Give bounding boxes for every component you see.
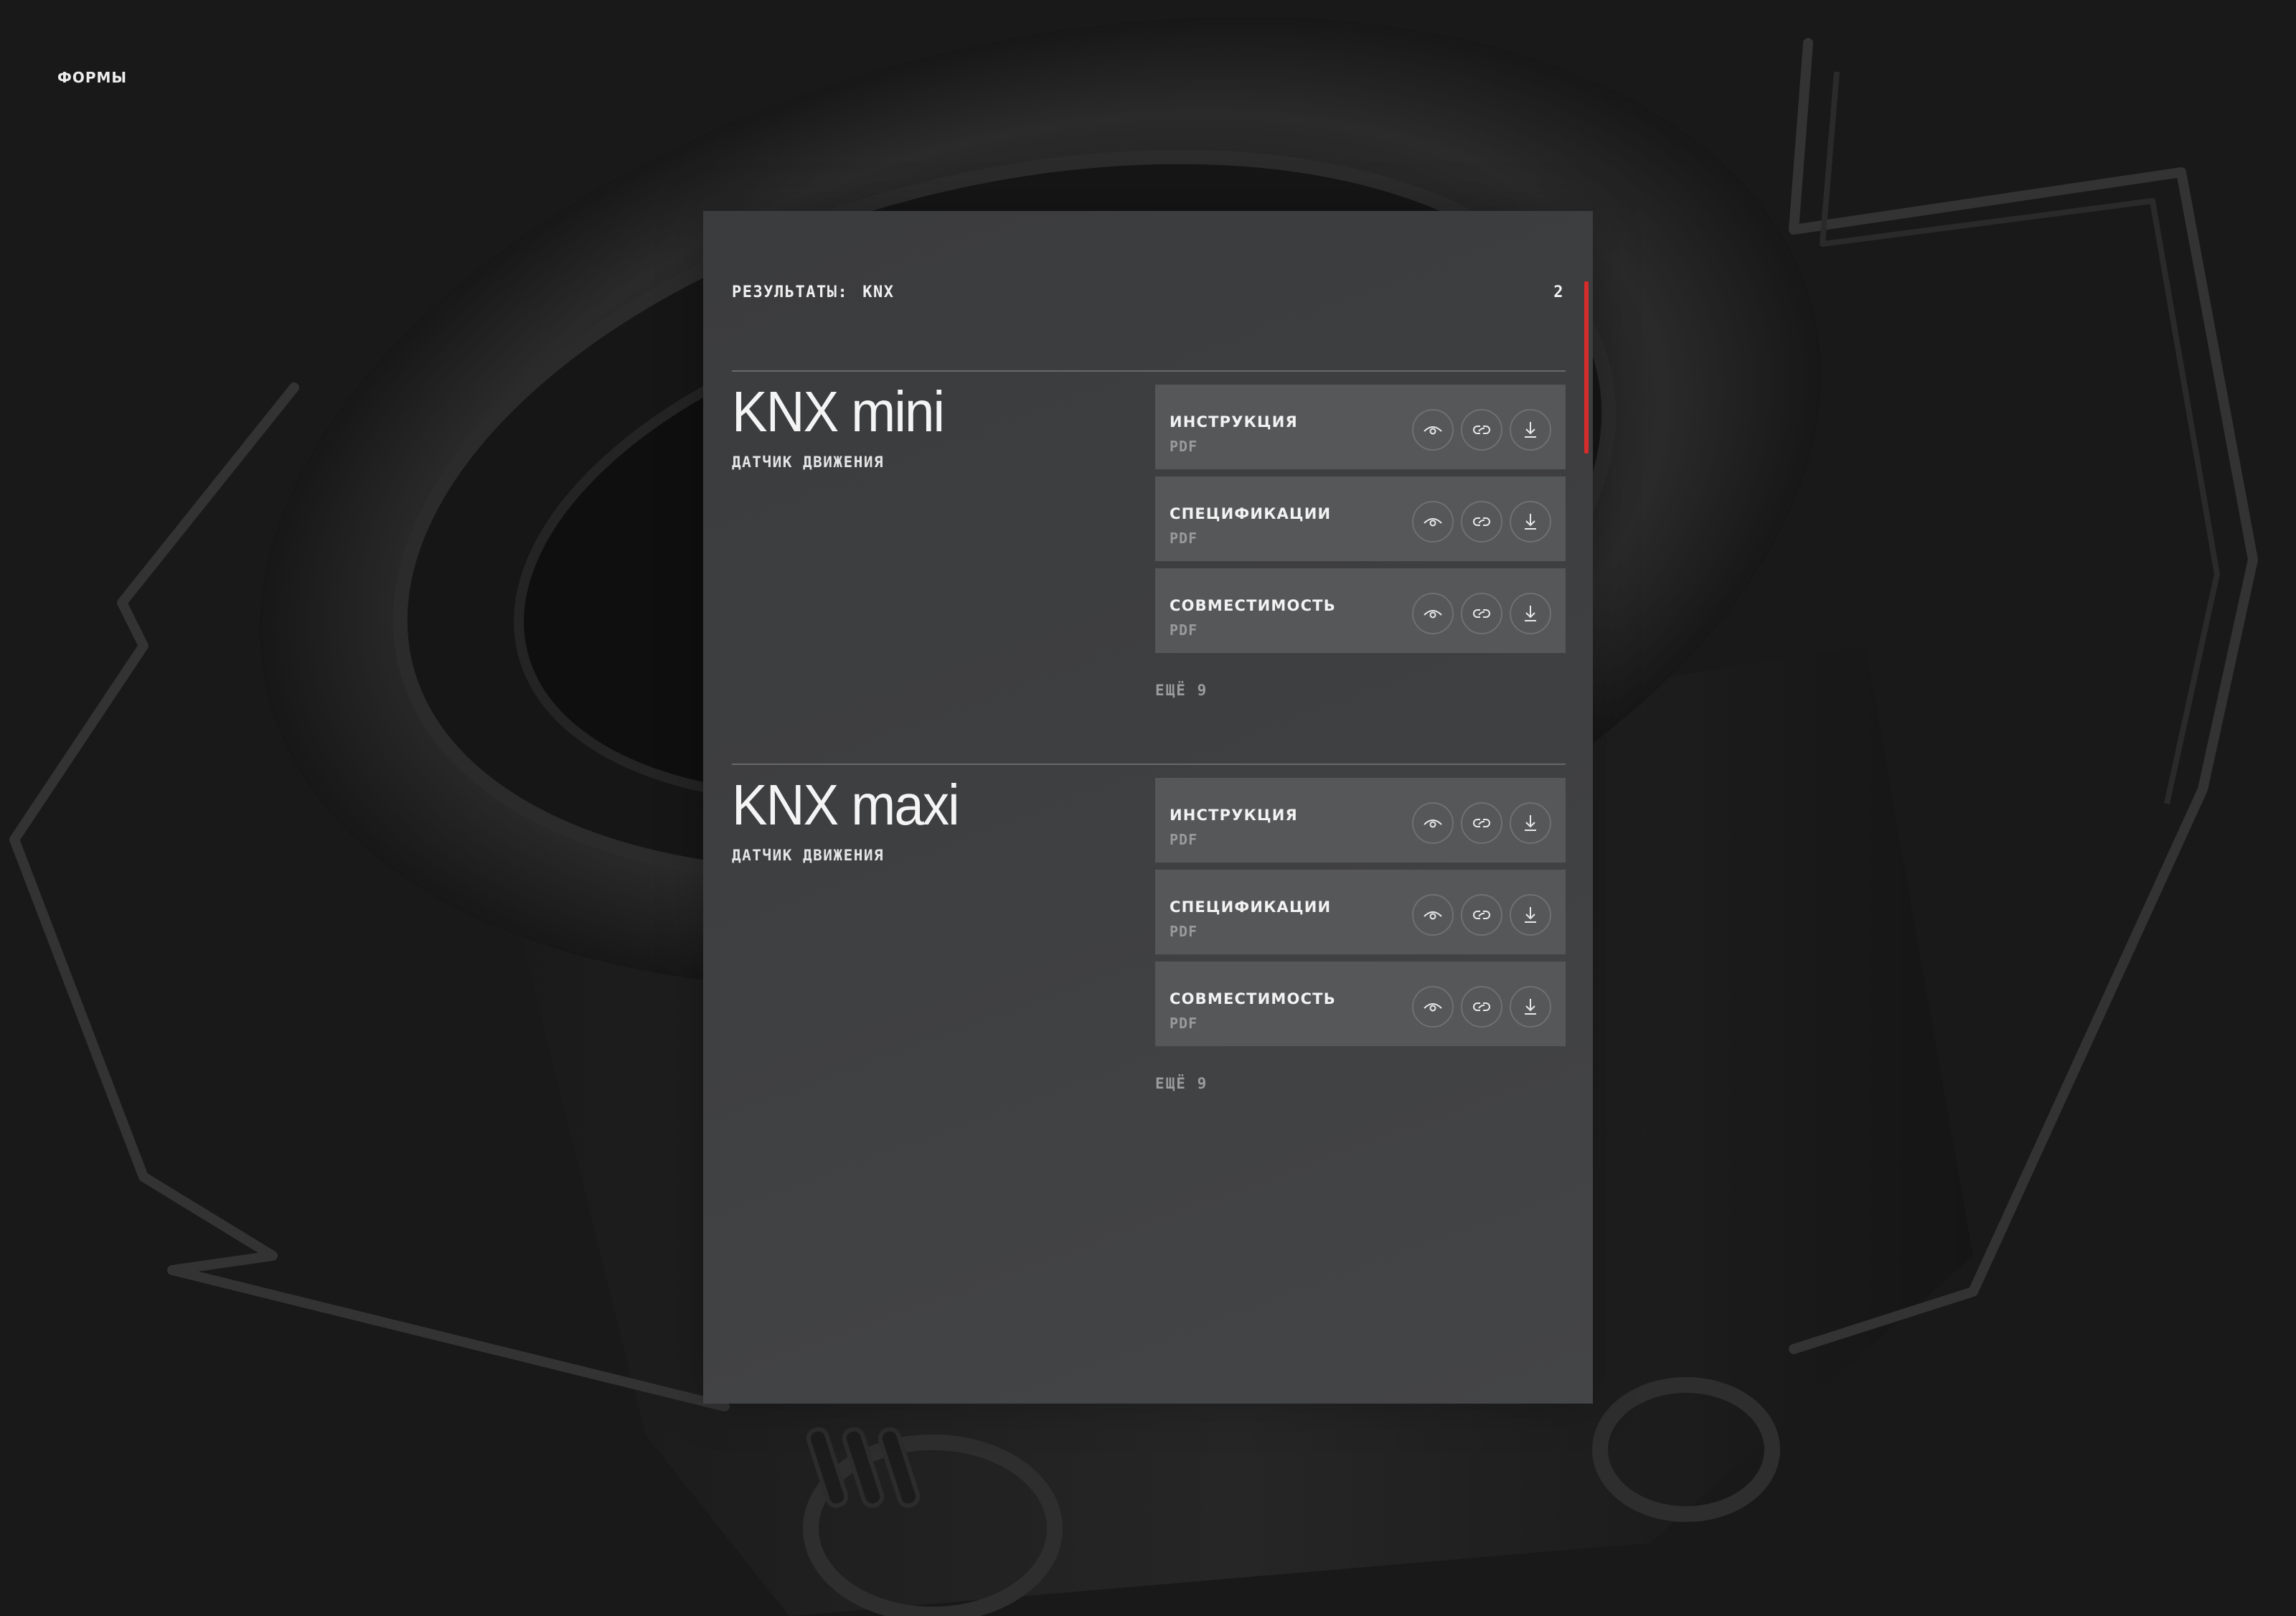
view-button[interactable]	[1412, 802, 1454, 844]
view-button[interactable]	[1412, 986, 1454, 1028]
document-type: PDF	[1170, 1015, 1198, 1032]
view-button[interactable]	[1412, 894, 1454, 936]
document-row[interactable]: СПЕЦИФИКАЦИИ PDF	[1155, 476, 1566, 561]
view-button[interactable]	[1412, 409, 1454, 451]
copy-link-button[interactable]	[1461, 894, 1502, 936]
download-button[interactable]	[1510, 501, 1551, 542]
download-icon	[1525, 999, 1536, 1015]
document-title: СОВМЕСТИМОСТЬ	[1170, 597, 1336, 614]
link-icon	[1473, 609, 1490, 618]
results-header: РЕЗУЛЬТАТЫ: KNX 2	[732, 281, 1564, 303]
link-icon	[1473, 1002, 1490, 1011]
document-title: ИНСТРУКЦИЯ	[1170, 807, 1298, 824]
download-icon	[1525, 907, 1536, 923]
document-title: СОВМЕСТИМОСТЬ	[1170, 990, 1336, 1007]
eye-icon	[1424, 1003, 1442, 1012]
download-icon	[1525, 815, 1536, 831]
results-label: РЕЗУЛЬТАТЫ:	[732, 283, 849, 301]
view-button[interactable]	[1412, 501, 1454, 542]
copy-link-button[interactable]	[1461, 409, 1502, 451]
product-subtitle: ДАТЧИК ДВИЖЕНИЯ	[732, 847, 885, 864]
download-icon	[1525, 422, 1536, 438]
document-title: ИНСТРУКЦИЯ	[1170, 413, 1298, 431]
document-type: PDF	[1170, 831, 1198, 848]
nav-forms-link[interactable]: ФОРМЫ	[57, 69, 127, 86]
divider	[732, 370, 1566, 372]
eye-icon	[1424, 911, 1442, 920]
results-query: KNX	[862, 283, 895, 301]
copy-link-button[interactable]	[1461, 501, 1502, 542]
document-row[interactable]: СОВМЕСТИМОСТЬ PDF	[1155, 568, 1566, 653]
download-icon	[1525, 606, 1536, 621]
link-icon	[1473, 819, 1490, 827]
product-name[interactable]: KNX mini	[732, 383, 945, 441]
eye-icon	[1424, 610, 1442, 619]
show-more-link[interactable]: ЕЩЁ 9	[1155, 1075, 1208, 1092]
download-button[interactable]	[1510, 409, 1551, 451]
product-subtitle: ДАТЧИК ДВИЖЕНИЯ	[732, 454, 885, 471]
copy-link-button[interactable]	[1461, 802, 1502, 844]
product-name[interactable]: KNX maxi	[732, 776, 960, 834]
download-button[interactable]	[1510, 894, 1551, 936]
document-type: PDF	[1170, 621, 1198, 639]
copy-link-button[interactable]	[1461, 986, 1502, 1028]
link-icon	[1473, 426, 1490, 434]
download-button[interactable]	[1510, 802, 1551, 844]
download-button[interactable]	[1510, 986, 1551, 1028]
results-count: 2	[1553, 283, 1564, 301]
download-icon	[1525, 514, 1536, 530]
scrollbar[interactable]	[1584, 281, 1589, 1372]
product-card-knx-maxi: KNX maxi ДАТЧИК ДВИЖЕНИЯ ИНСТРУКЦИЯ PDF …	[732, 764, 1566, 1092]
document-row[interactable]: СПЕЦИФИКАЦИИ PDF	[1155, 870, 1566, 954]
document-list: ИНСТРУКЦИЯ PDF СПЕЦИФИКАЦИИ PDF СОВМЕСТИ…	[1155, 778, 1566, 1092]
document-row[interactable]: ИНСТРУКЦИЯ PDF	[1155, 778, 1566, 863]
link-icon	[1473, 911, 1490, 919]
product-card-knx-mini: KNX mini ДАТЧИК ДВИЖЕНИЯ ИНСТРУКЦИЯ PDF …	[732, 370, 1566, 699]
document-row[interactable]: СОВМЕСТИМОСТЬ PDF	[1155, 962, 1566, 1046]
copy-link-button[interactable]	[1461, 593, 1502, 634]
link-icon	[1473, 517, 1490, 526]
show-more-link[interactable]: ЕЩЁ 9	[1155, 682, 1208, 699]
document-type: PDF	[1170, 438, 1198, 455]
divider	[732, 764, 1566, 765]
document-type: PDF	[1170, 530, 1198, 547]
document-list: ИНСТРУКЦИЯ PDF СПЕЦИФИКАЦИИ PDF СОВМЕСТИ…	[1155, 385, 1566, 699]
document-title: СПЕЦИФИКАЦИИ	[1170, 898, 1332, 916]
document-title: СПЕЦИФИКАЦИИ	[1170, 505, 1332, 522]
download-button[interactable]	[1510, 593, 1551, 634]
scrollbar-thumb[interactable]	[1584, 281, 1589, 454]
search-results-panel: РЕЗУЛЬТАТЫ: KNX 2 KNX mini ДАТЧИК ДВИЖЕН…	[703, 211, 1593, 1404]
eye-icon	[1424, 819, 1442, 828]
view-button[interactable]	[1412, 593, 1454, 634]
eye-icon	[1424, 426, 1442, 435]
document-row[interactable]: ИНСТРУКЦИЯ PDF	[1155, 385, 1566, 469]
document-type: PDF	[1170, 923, 1198, 940]
eye-icon	[1424, 518, 1442, 527]
